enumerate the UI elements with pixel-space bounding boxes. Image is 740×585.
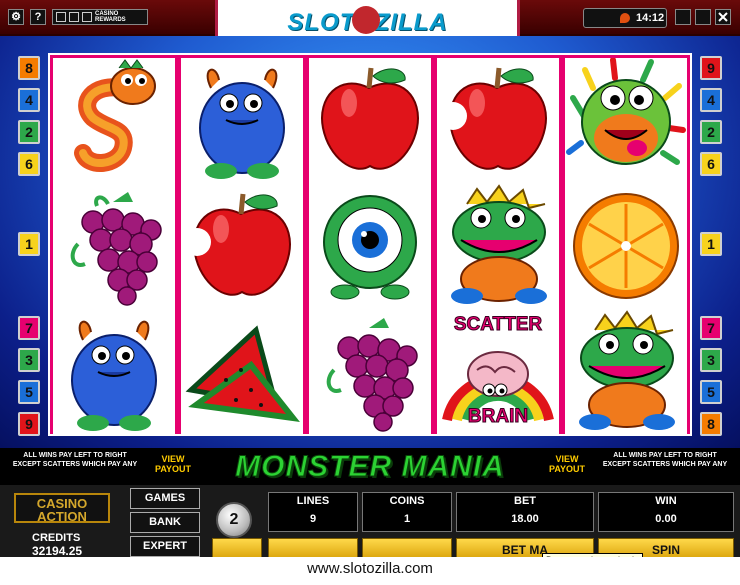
credits-value: 32194.25: [32, 544, 83, 558]
help-button[interactable]: ?: [30, 9, 46, 25]
coins-display: COINS 1: [362, 492, 452, 532]
casino-action-logo: CASINO ACTION: [14, 493, 110, 523]
bank-button[interactable]: BANK: [130, 512, 200, 533]
casino-rewards-button[interactable]: CASINO REWARDS: [52, 9, 148, 25]
payline-badge[interactable]: 8: [18, 56, 40, 80]
payline-badge[interactable]: 9: [700, 56, 722, 80]
win-display: WIN 0.00: [598, 492, 734, 532]
gear-icon: ⚙: [11, 11, 21, 23]
payline-badge[interactable]: 1: [700, 232, 722, 256]
apple-symbol: [181, 184, 303, 309]
payline-badge[interactable]: 5: [18, 380, 40, 404]
view-payout-left-button[interactable]: VIEW PAYOUT: [148, 454, 198, 474]
apple-symbol: [437, 58, 559, 183]
frog-monster-symbol: [565, 310, 687, 435]
frog-monster-symbol: [437, 184, 559, 309]
footer: www.slotozilla.com: [0, 557, 740, 585]
reel-5: [565, 57, 687, 435]
lines-display: LINES 9: [268, 492, 358, 532]
checkbox-icon: [82, 12, 92, 22]
control-panel: CASINO ACTION CREDITS 32194.25 GAMES BAN…: [0, 485, 740, 580]
payline-badge[interactable]: 6: [700, 152, 722, 176]
bet-label: BET: [514, 495, 536, 507]
reel-4: SCATTER BRAIN: [437, 58, 559, 435]
apple-symbol: [309, 58, 431, 183]
games-button[interactable]: GAMES: [130, 488, 200, 509]
payline-badge[interactable]: 3: [700, 348, 722, 372]
clock-box: 14:12: [583, 8, 667, 28]
reel-2: [181, 58, 303, 435]
coins-value: 1: [403, 513, 411, 525]
game-title: MONSTER MANIA: [235, 450, 505, 484]
view-payout-right-button[interactable]: VIEW PAYOUT: [542, 454, 592, 474]
close-button[interactable]: [715, 9, 731, 25]
coin-size-selector[interactable]: 2: [216, 502, 252, 538]
credits-label: CREDITS: [32, 532, 81, 544]
clock-time: 14:12: [636, 12, 665, 24]
bet-display: BET 18.00: [456, 492, 594, 532]
checkbox-icon: [56, 12, 66, 22]
close-icon: [718, 12, 728, 22]
payline-badge[interactable]: 7: [700, 316, 722, 340]
reel-1: [53, 58, 175, 435]
scatter-label: SCATTER: [453, 314, 543, 336]
checkbox-icon: [69, 12, 79, 22]
orange-symbol: [565, 184, 687, 309]
scatter-brain-symbol: SCATTER BRAIN: [437, 310, 559, 435]
payline-badge[interactable]: 1: [18, 232, 40, 256]
win-value: 0.00: [655, 513, 677, 525]
payline-badge[interactable]: 6: [18, 152, 40, 176]
eyeball-monster-symbol: [309, 184, 431, 309]
grapes-symbol: [53, 184, 175, 309]
blue-monster-symbol: [53, 310, 175, 435]
furry-monster-symbol: [565, 57, 687, 183]
fire-icon: [620, 13, 630, 23]
maximize-button[interactable]: [695, 9, 711, 25]
rewards-label: CASINO REWARDS: [95, 11, 126, 23]
lines-value: 9: [309, 513, 317, 525]
grapes-symbol: [309, 310, 431, 435]
brain-label: BRAIN: [467, 406, 529, 428]
payline-badge[interactable]: 3: [18, 348, 40, 372]
win-label: WIN: [655, 495, 677, 507]
minimize-button[interactable]: [675, 9, 691, 25]
payline-badge[interactable]: 2: [18, 120, 40, 144]
serpent-monster-symbol: [53, 58, 175, 183]
payline-badge[interactable]: 4: [700, 88, 722, 112]
rules-text-left: ALL WINS PAY LEFT TO RIGHT EXCEPT SCATTE…: [12, 452, 138, 468]
lines-label: LINES: [296, 495, 330, 507]
footer-url: www.slotozilla.com: [307, 560, 433, 577]
reel-frame: SCATTER BRAIN: [48, 53, 692, 436]
expert-button[interactable]: EXPERT: [130, 536, 200, 557]
bet-value: 18.00: [511, 513, 539, 525]
blue-monster-symbol: [181, 58, 303, 183]
payline-badge[interactable]: 7: [18, 316, 40, 340]
game-stage: 8 4 2 6 1 7 3 5 9 9 4 2 6 1 7 3 5 8 SCATTER BRAIN: [0, 36, 740, 448]
reel-3: [309, 58, 431, 435]
watermelon-symbol: [181, 310, 303, 435]
payline-badge[interactable]: 2: [700, 120, 722, 144]
payline-badge[interactable]: 9: [18, 412, 40, 436]
coins-label: COINS: [389, 495, 425, 507]
info-row: ALL WINS PAY LEFT TO RIGHT EXCEPT SCATTE…: [0, 448, 740, 484]
payline-badge[interactable]: 5: [700, 380, 722, 404]
payline-badge[interactable]: 4: [18, 88, 40, 112]
rules-text-right: ALL WINS PAY LEFT TO RIGHT EXCEPT SCATTE…: [602, 452, 728, 468]
settings-button[interactable]: ⚙: [8, 9, 24, 25]
dragon-icon: [352, 6, 380, 34]
payline-badge[interactable]: 8: [700, 412, 722, 436]
